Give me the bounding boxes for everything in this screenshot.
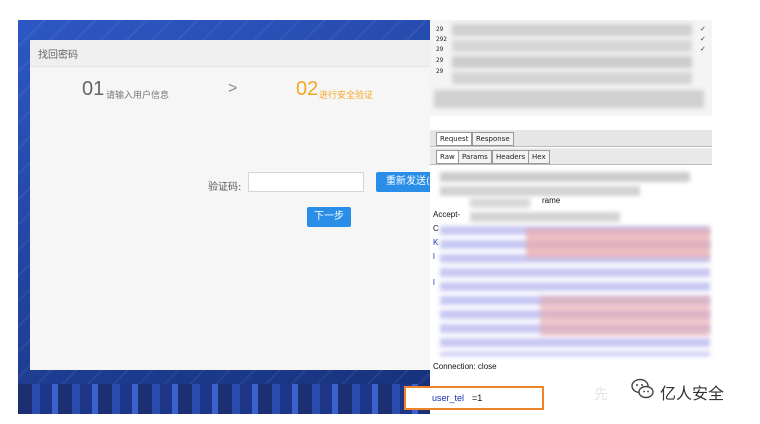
history-list[interactable]: 29 292 29 29 29 ✓ ✓ ✓ — [430, 20, 712, 116]
request-fragment: l — [433, 252, 435, 261]
request-fragment: rame — [542, 196, 561, 205]
history-row-number: 29 — [436, 46, 444, 53]
step-separator: > — [228, 80, 238, 97]
subtab-headers[interactable]: Headers — [492, 150, 530, 164]
history-row-number: 29 — [436, 26, 444, 33]
tab-strip: Request Response — [430, 130, 712, 147]
subtab-params[interactable]: Params — [458, 150, 492, 164]
subtab-raw[interactable]: Raw — [436, 150, 459, 164]
step2-number: 02 — [296, 78, 319, 100]
step2-label: 进行安全验证 — [319, 91, 374, 101]
window-header: 找回密码 — [30, 40, 430, 67]
step1-number: 01 — [82, 78, 105, 100]
request-fragment: Accept- — [433, 210, 461, 219]
request-fragment: l — [433, 278, 435, 287]
request-fragment: C — [433, 224, 439, 233]
watermark-text: 亿人安全 — [660, 384, 725, 403]
blurred-line — [470, 212, 620, 222]
history-row-number: 292 — [436, 36, 447, 43]
blurred-row — [452, 72, 692, 84]
blurred-line — [440, 172, 690, 182]
history-row-number: 29 — [436, 57, 444, 64]
resend-button[interactable]: 重新发送(4 — [376, 172, 430, 192]
request-body[interactable]: rame Accept- C K l l Connection: close — [430, 166, 712, 414]
verification-code-label: 验证码: — [208, 182, 242, 193]
check-icon: ✓ — [700, 35, 706, 43]
blurred-row — [452, 24, 692, 36]
wechat-logo-icon — [631, 378, 654, 399]
check-icon: ✓ — [700, 25, 706, 33]
connection-header: Connection: close — [433, 362, 497, 371]
watermark-faint-text: 先 — [594, 387, 608, 403]
blurred-row — [452, 40, 692, 52]
find-password-window: 找回密码 01 请输入用户信息 > 02 进行安全验证 验证码: 重新发送(4 … — [30, 40, 430, 370]
history-row-number: 29 — [436, 68, 444, 75]
subtab-hex[interactable]: Hex — [528, 150, 550, 164]
check-icon: ✓ — [700, 45, 706, 53]
next-step-button[interactable]: 下一步 — [307, 207, 351, 227]
window-title: 找回密码 — [38, 50, 78, 61]
blurred-highlight — [526, 228, 710, 258]
blurred-highlight — [540, 296, 710, 336]
burp-panel: 29 292 29 29 29 ✓ ✓ ✓ Request Response R… — [404, 20, 712, 414]
blurred-line — [440, 186, 640, 196]
param-value: =1 — [472, 393, 483, 403]
blurred-row — [452, 56, 692, 68]
taskbar — [18, 384, 430, 414]
subtab-strip: Raw Params Headers Hex — [430, 148, 712, 165]
step1-label: 请输入用户信息 — [106, 91, 170, 101]
request-fragment: K — [433, 238, 439, 247]
tab-request[interactable]: Request — [436, 132, 473, 146]
blurred-row — [434, 90, 704, 108]
blurred-line — [470, 198, 530, 208]
param-key: user_tel — [432, 393, 465, 403]
highlighted-parameter: user_tel =1 — [404, 386, 544, 410]
tab-response[interactable]: Response — [472, 132, 514, 146]
verification-code-input[interactable] — [248, 172, 364, 192]
